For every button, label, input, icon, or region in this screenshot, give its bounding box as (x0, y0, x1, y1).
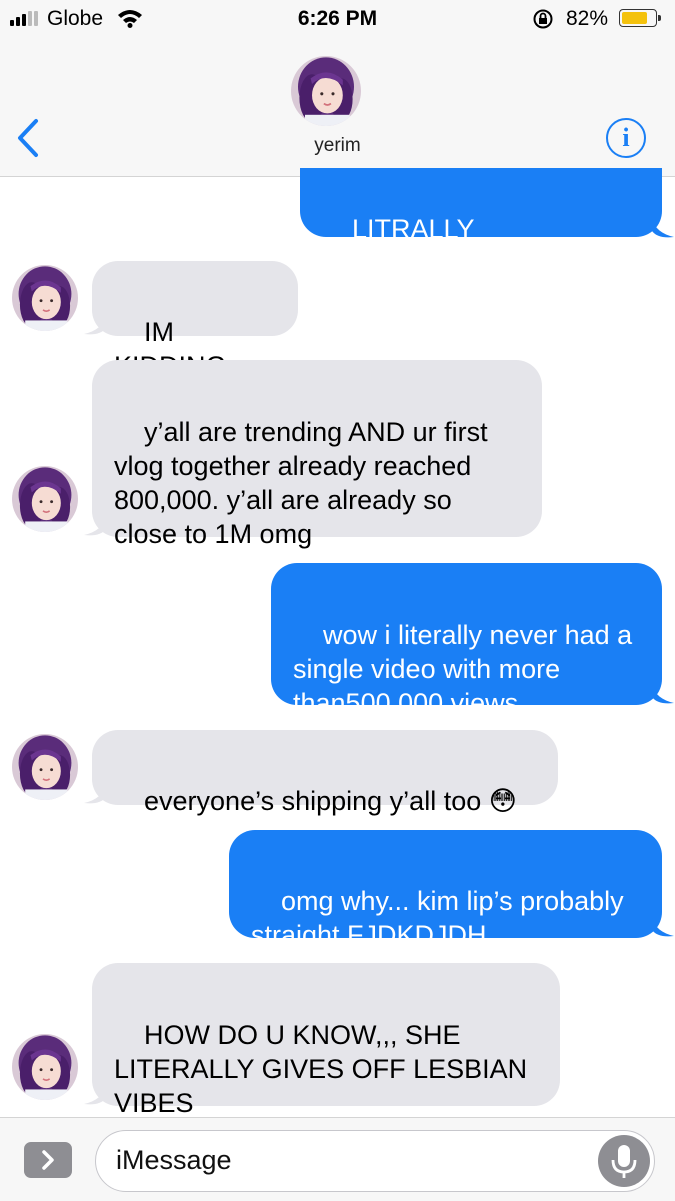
sender-avatar[interactable] (12, 734, 78, 800)
battery-level-fill (622, 12, 647, 24)
message-bubble-outgoing[interactable]: wow i literally never had a single video… (271, 563, 662, 718)
sender-avatar[interactable] (12, 466, 78, 532)
bubble-tail-outgoing (652, 918, 674, 937)
compose-bar: iMessage (0, 1117, 675, 1201)
apps-button[interactable] (24, 1142, 72, 1178)
bubble-tail-incoming (84, 316, 106, 335)
bubble-tail-outgoing (652, 219, 674, 238)
message-text: y’all are trending AND ur first vlog tog… (114, 417, 496, 549)
message-bubble-incoming[interactable]: y’all are trending AND ur first vlog tog… (92, 360, 542, 549)
orientation-lock-icon (532, 8, 554, 36)
message-text: everyone’s shipping y’all too 😳 (144, 786, 517, 816)
battery-icon (619, 9, 661, 27)
contact-avatar[interactable] (291, 56, 361, 126)
microphone-icon (611, 1145, 637, 1178)
message-bubble-incoming[interactable]: everyone’s shipping y’all too 😳 (92, 730, 558, 816)
message-bubble-outgoing[interactable]: LITRALLY DISGUSTUNF (300, 168, 662, 278)
status-bar: Globe 6:26 PM 82% (0, 0, 675, 38)
contact-name[interactable]: yerim (0, 135, 675, 157)
message-text: wow i literally never had a single video… (293, 620, 640, 718)
conversation-header: yerim i (0, 38, 675, 177)
bubble-tail-incoming (84, 785, 106, 804)
bubble-tail-incoming (84, 1086, 106, 1105)
bubble-tail-outgoing (652, 685, 674, 704)
message-text: HOW DO U KNOW,,, SHE LITERALLY GIVES OFF… (114, 1020, 535, 1118)
message-bubble-incoming[interactable]: IM KIDDING (92, 261, 298, 381)
imessage-input[interactable]: iMessage (95, 1130, 655, 1192)
sender-avatar[interactable] (12, 1034, 78, 1100)
message-bubble-incoming[interactable]: HOW DO U KNOW,,, SHE LITERALLY GIVES OFF… (92, 963, 560, 1118)
message-text: LITRALLY DISGUSTUNF (322, 214, 498, 278)
info-icon[interactable]: i (606, 118, 646, 158)
sender-avatar[interactable] (12, 265, 78, 331)
microphone-button[interactable] (598, 1135, 650, 1187)
message-text: omg why... kim lip’s probably straight F… (251, 886, 632, 950)
battery-percent: 82% (566, 7, 609, 30)
bubble-tail-incoming (84, 517, 106, 536)
message-bubble-outgoing[interactable]: omg why... kim lip’s probably straight F… (229, 830, 662, 950)
chevron-right-icon (42, 1150, 54, 1170)
